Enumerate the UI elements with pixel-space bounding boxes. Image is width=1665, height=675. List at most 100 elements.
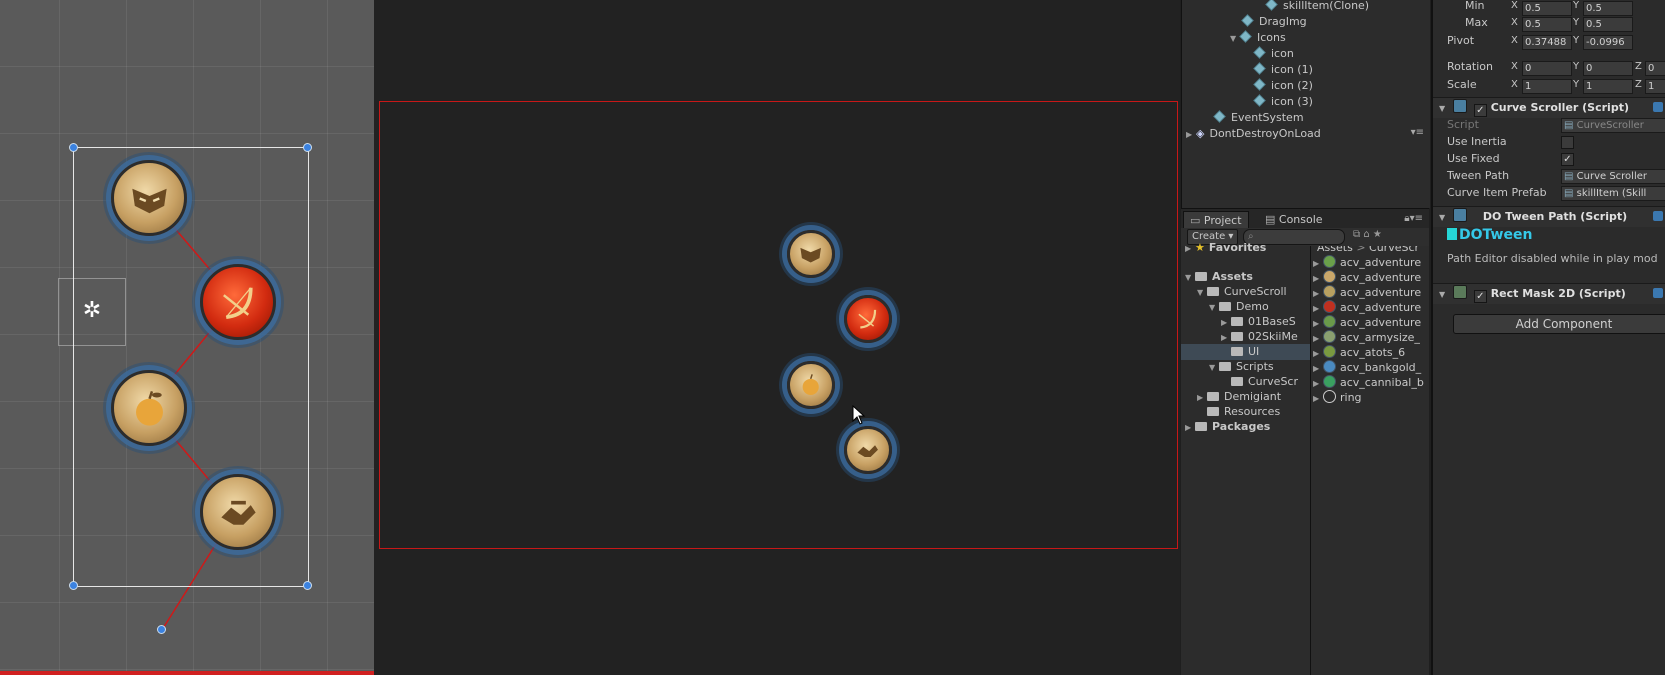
file-item[interactable]: ▶ acv_adventure (1313, 285, 1421, 301)
help-icon[interactable] (1653, 211, 1663, 221)
hierarchy-item[interactable]: icon (3) (1253, 94, 1313, 110)
folder-icon (1231, 317, 1243, 326)
game-mask-skill-icon[interactable] (787, 230, 835, 278)
enabled-checkbox[interactable]: ✓ (1473, 290, 1487, 303)
game-apple-skill-icon[interactable] (787, 361, 835, 409)
add-component-button[interactable]: Add Component (1453, 314, 1665, 334)
file-item[interactable]: ▶ acv_bankgold_ (1313, 360, 1421, 376)
game-handshake-skill-icon[interactable] (844, 426, 892, 474)
tree-item-favorites[interactable]: ▶ ★ Favorites (1185, 240, 1266, 256)
file-item[interactable]: ▶ acv_adventure (1313, 315, 1421, 331)
curve-item-prefab-field[interactable]: ▤ skillItem (Skill (1561, 186, 1665, 201)
scene-view[interactable]: ✲ (0, 0, 374, 675)
tab-console[interactable]: ▤ Console (1259, 211, 1329, 229)
rect-handle-bottom-right[interactable] (303, 581, 312, 590)
rect-handle-top-left[interactable] (69, 143, 78, 152)
rotation-x-field[interactable]: 0 (1522, 61, 1572, 76)
filter-icons[interactable]: ⧉ ⌂ ★ (1353, 229, 1382, 240)
rect-mask-header[interactable]: ▼ ✓ Rect Mask 2D (Script) (1433, 283, 1665, 304)
tree-item[interactable]: ▶ 01BaseS (1221, 314, 1296, 330)
game-bow-skill-icon[interactable] (844, 295, 892, 343)
hierarchy-item[interactable]: ▶ ◈ DontDestroyOnLoad (1186, 126, 1321, 142)
tree-item[interactable]: ▼ CurveScroll (1197, 284, 1287, 300)
bow-skill-icon[interactable] (200, 264, 276, 340)
rect-handle-top-right[interactable] (303, 143, 312, 152)
tree-item[interactable]: Resources (1207, 404, 1280, 420)
hierarchy-item[interactable]: icon (1) (1253, 62, 1313, 78)
hierarchy-menu-icon[interactable]: ▾≡ (1411, 127, 1424, 138)
tween-path-field[interactable]: ▤ Curve Scroller (1561, 169, 1665, 184)
hierarchy-item[interactable]: EventSystem (1213, 110, 1304, 126)
pivot-y-field[interactable]: -0.0996 (1583, 35, 1633, 50)
expand-arrow-icon[interactable]: ▼ (1439, 290, 1445, 299)
pivot-icon[interactable]: ✲ (80, 299, 104, 323)
tree-item[interactable]: ▶ Demigiant (1197, 389, 1281, 405)
handshake-skill-icon[interactable] (200, 474, 276, 550)
hierarchy-item[interactable]: ▼ Icons (1230, 30, 1286, 46)
expand-arrow-icon[interactable]: ▶ (1185, 241, 1195, 257)
pivot-label: Pivot (1447, 34, 1475, 47)
rotation-label: Rotation (1447, 60, 1494, 73)
tree-item[interactable]: ▶ Packages (1185, 419, 1270, 435)
expand-arrow-icon[interactable]: ▼ (1197, 285, 1207, 301)
ring-icon (1323, 390, 1336, 403)
pivot-x-field[interactable]: 0.37488 (1522, 35, 1572, 50)
expand-arrow-icon[interactable]: ▼ (1439, 213, 1445, 222)
rotation-z-field[interactable]: 0 (1645, 61, 1665, 76)
rotation-y-field[interactable]: 0 (1583, 61, 1633, 76)
curve-item-prefab-label: Curve Item Prefab (1447, 186, 1547, 199)
scale-x-field[interactable]: 1 (1522, 79, 1572, 94)
tree-item[interactable]: ▼ Assets (1185, 269, 1253, 285)
curve-scroller-header[interactable]: ▼ ✓ Curve Scroller (Script) (1433, 97, 1665, 118)
file-item[interactable]: ▶ acv_atots_6 (1313, 345, 1405, 361)
anchor-min-x-field[interactable]: 0.5 (1522, 1, 1572, 16)
hierarchy-item[interactable]: skillItem(Clone) (1265, 0, 1369, 14)
hierarchy-item[interactable]: icon (1253, 46, 1294, 62)
tree-item[interactable]: ▶ 02SkiiMe (1221, 329, 1298, 345)
path-end-handle[interactable] (157, 625, 166, 634)
use-inertia-label: Use Inertia (1447, 135, 1507, 148)
anchor-max-x-field[interactable]: 0.5 (1522, 17, 1572, 32)
file-item[interactable]: ▶ acv_adventure (1313, 300, 1421, 316)
help-icon[interactable] (1653, 288, 1663, 298)
script-icon (1453, 99, 1467, 113)
tree-item[interactable]: ▼ Scripts (1209, 359, 1274, 375)
apple-skill-icon[interactable] (111, 370, 187, 446)
file-item[interactable]: ▶ acv_adventure (1313, 255, 1421, 271)
tree-item[interactable]: ▼ Demo (1209, 299, 1269, 315)
anchor-min-y-field[interactable]: 0.5 (1583, 1, 1633, 16)
mask-skill-icon[interactable] (111, 160, 187, 236)
scale-z-field[interactable]: 1 (1645, 79, 1665, 94)
lock-icon[interactable]: 🔒︎▾≡ (1404, 213, 1423, 224)
expand-arrow-icon[interactable]: ▼ (1185, 270, 1195, 286)
cube-icon (1253, 78, 1266, 91)
sprite-icon (1323, 300, 1336, 313)
use-fixed-checkbox[interactable]: ✓ (1561, 153, 1574, 166)
hierarchy-panel[interactable]: skillItem(Clone) DragImg ▼ Icons icon ico… (1181, 0, 1430, 208)
expand-arrow-icon[interactable]: ▶ (1185, 420, 1195, 436)
inspector-panel[interactable]: Min X 0.5 Y 0.5 Max X 0.5 Y 0.5 Pivot X … (1431, 0, 1665, 675)
use-inertia-checkbox[interactable] (1561, 136, 1574, 149)
file-item[interactable]: ▶ acv_cannibal_b (1313, 375, 1424, 391)
project-folder-tree[interactable]: ▶ ★ Favorites ▼ Assets ▼ CurveScroll ▼ Demo ▶… (1181, 241, 1311, 675)
expand-arrow-icon[interactable]: ▼ (1209, 300, 1219, 316)
expand-arrow-icon[interactable]: ▼ (1230, 31, 1240, 47)
tree-item[interactable]: CurveScr (1231, 374, 1298, 390)
file-item[interactable]: ▶ acv_armysize_ (1313, 330, 1420, 346)
expand-arrow-icon[interactable]: ▼ (1439, 104, 1445, 113)
project-file-list[interactable]: Assets > CurveScr ▶ acv_adventure ▶ acv_ad… (1311, 246, 1429, 675)
axis-y-label: Y (1573, 79, 1580, 90)
scale-y-field[interactable]: 1 (1583, 79, 1633, 94)
file-item[interactable]: ▶ acv_adventure (1313, 270, 1421, 286)
tree-item-selected[interactable]: UI (1181, 344, 1310, 360)
file-item[interactable]: ▶ ring (1313, 390, 1362, 406)
help-icon[interactable] (1653, 102, 1663, 112)
hierarchy-item[interactable]: DragImg (1241, 14, 1307, 30)
rect-handle-bottom-left[interactable] (69, 581, 78, 590)
anchor-max-y-field[interactable]: 0.5 (1583, 17, 1633, 32)
expand-arrow-icon[interactable]: ▼ (1209, 360, 1219, 376)
expand-arrow-icon[interactable]: ▶ (1186, 127, 1196, 143)
hierarchy-item[interactable]: icon (2) (1253, 78, 1313, 94)
dotween-path-header[interactable]: ▼ DO Tween Path (Script) (1433, 206, 1665, 227)
expand-arrow-icon[interactable]: ▶ (1197, 390, 1207, 406)
